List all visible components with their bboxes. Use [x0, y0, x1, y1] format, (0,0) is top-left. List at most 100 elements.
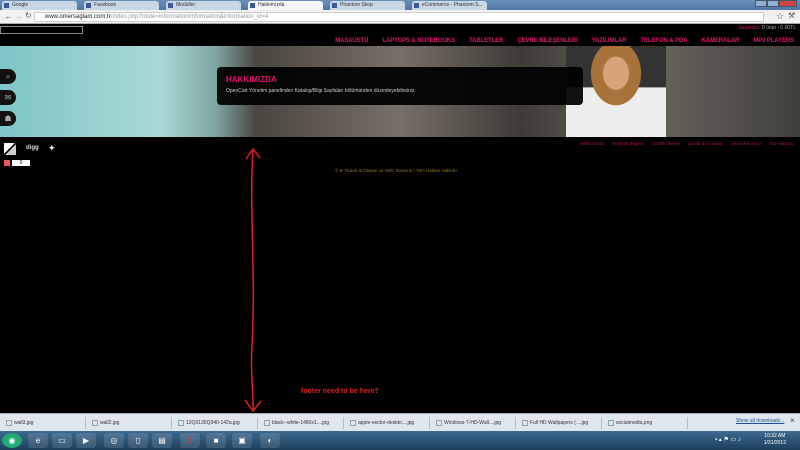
search-icon[interactable]: ⌕: [0, 69, 16, 84]
forward-icon[interactable]: →: [14, 11, 23, 21]
app-icon[interactable]: ■: [206, 433, 226, 448]
tab-hakkimizda[interactable]: Hakkımızda: [248, 1, 323, 10]
tab-label: Hakkımızda: [258, 2, 285, 8]
reload-icon[interactable]: ↻: [25, 11, 32, 20]
download-name: 12Q0135Q340-142a.jpg: [186, 420, 240, 426]
wrench-icon[interactable]: ⚒: [788, 11, 795, 20]
app-icon[interactable]: ▣: [232, 433, 252, 448]
nav-telefon[interactable]: TELEFON & PDA: [640, 38, 687, 44]
clock-time: 10:32 AM: [764, 433, 786, 439]
download-name: wall3.jpg: [14, 420, 34, 426]
red-arrow-annotation: [244, 147, 262, 413]
page-title: HAKKIMIZDA: [226, 75, 277, 84]
download-item[interactable]: socialmedia.png: [606, 417, 688, 429]
tab-phantom-skop[interactable]: Phantom Skop: [330, 1, 405, 10]
footer-link-gizlilik[interactable]: Gizlilik İlkeleri: [652, 141, 679, 146]
download-item[interactable]: Full HD Wallpapers (....jpg: [520, 417, 602, 429]
footer-link-kontrol[interactable]: Ürünlük Kontrol: [730, 141, 761, 146]
footer-link-sartlar[interactable]: Şartlar & Koşullar: [687, 141, 722, 146]
file-icon: [6, 420, 12, 426]
nav-yazilimlar[interactable]: YAZILIMLAR: [592, 38, 627, 44]
close-window-button[interactable]: [779, 0, 797, 7]
media-player-icon[interactable]: ▶: [76, 433, 96, 448]
file-icon: [436, 420, 442, 426]
footer-link-sitemap[interactable]: Site Haritası: [769, 141, 794, 146]
file-icon: [350, 420, 356, 426]
tab-google[interactable]: Google: [2, 1, 77, 10]
favicon-icon: [4, 3, 9, 8]
start-button[interactable]: ◉: [2, 433, 22, 448]
download-name: socialmedia.png: [616, 420, 653, 426]
tab-label: eCommerce - Phantom S...: [422, 2, 483, 8]
nav-cevre[interactable]: ÇEVRE BİLEŞENLERİ: [517, 38, 577, 44]
download-item[interactable]: 12Q0135Q340-142a.jpg: [176, 417, 258, 429]
nav-tabletler[interactable]: TABLETLER: [469, 38, 503, 44]
download-item[interactable]: Windows-7-HD-Wall....jpg: [434, 417, 516, 429]
bookmark-star-icon[interactable]: ☆: [776, 11, 784, 22]
winrar-icon[interactable]: ▤: [152, 433, 172, 448]
maximize-button[interactable]: [767, 0, 779, 7]
footer-link-hakkimizda[interactable]: Hakkımızda: [580, 141, 604, 146]
download-item[interactable]: wall3.jpg: [4, 417, 86, 429]
footer-link-teslimat[interactable]: Teslimat Bilgileri: [612, 141, 644, 146]
download-name: Full HD Wallpapers (....jpg: [530, 420, 589, 426]
download-item[interactable]: apple-vector-deskto....jpg: [348, 417, 430, 429]
ie-icon[interactable]: e: [28, 433, 48, 448]
download-item[interactable]: wall2.jpg: [90, 417, 172, 429]
downloads-bar: wall3.jpg wall2.jpg 12Q0135Q340-142a.jpg…: [0, 413, 800, 431]
cart-label: Sepetiniz:: [738, 25, 761, 31]
clock[interactable]: 10:32 AM 1/31/2012: [764, 433, 786, 447]
copyright: © E-Ticaret & Oluşan ve Web Tasarımı / T…: [335, 168, 458, 173]
app-icon[interactable]: ◐: [260, 433, 280, 448]
favicon-icon: [86, 3, 91, 8]
windows-taskbar: ◉ e ▭ ▶ ◎ ▯ ▤ Z ■ ▣ ◐ ▪ ▴ ⚑ ▭ ♪: [0, 431, 800, 450]
stumbleupon-icon[interactable]: ✦: [48, 143, 62, 153]
tab-label: Facebook: [94, 2, 116, 8]
share-icon[interactable]: [4, 160, 10, 166]
download-name: Windows-7-HD-Wall....jpg: [444, 420, 502, 426]
nav-mp3[interactable]: MP3 PLAYERS: [753, 38, 794, 44]
clock-date: 1/31/2012: [763, 440, 786, 446]
delicious-icon[interactable]: [4, 143, 16, 155]
url-input[interactable]: www.omersaglam.com.tr/index.php?route=in…: [34, 12, 764, 22]
url-path: /index.php?route=information/information…: [110, 14, 269, 20]
nav-laptops[interactable]: LAPTOPS & NOTEBOOKS: [382, 38, 455, 44]
app-icon[interactable]: ▯: [128, 433, 148, 448]
minimize-button[interactable]: [755, 0, 767, 7]
browser-tab-bar: Google Facebook Modüller Hakkımızda Phan…: [0, 0, 800, 10]
info-panel: HAKKIMIZDA OpenCart Yönetim panelinden K…: [217, 67, 583, 105]
nav-masaustu[interactable]: MASAÜSTÜ: [335, 38, 368, 44]
chrome-icon[interactable]: ◎: [104, 433, 124, 448]
back-icon[interactable]: ←: [4, 11, 13, 21]
favicon-icon: [250, 3, 255, 8]
close-downloads-icon[interactable]: ×: [790, 416, 795, 425]
tab-label: Modüller: [176, 2, 196, 8]
file-icon: [178, 420, 184, 426]
users-icon[interactable]: ☗: [0, 111, 16, 126]
tab-moduller[interactable]: Modüller: [166, 1, 241, 10]
explorer-icon[interactable]: ▭: [52, 433, 72, 448]
favicon-icon: [414, 3, 419, 8]
favicon-icon: [168, 3, 173, 8]
download-name: apple-vector-deskto....jpg: [358, 420, 415, 426]
file-icon: [92, 420, 98, 426]
tab-facebook[interactable]: Facebook: [84, 1, 159, 10]
digg-icon[interactable]: digg: [26, 145, 39, 151]
nav-kameralar[interactable]: KAMERALAR: [702, 38, 740, 44]
show-all-downloads-link[interactable]: Show all downloads...: [736, 418, 784, 424]
search-box[interactable]: [0, 26, 83, 34]
share-count: 0: [12, 160, 30, 166]
download-item[interactable]: black--white-1480x1....jpg: [262, 417, 344, 429]
tab-label: Google: [12, 2, 29, 8]
tray-icons[interactable]: ▪ ▴ ⚑ ▭ ♪: [715, 436, 741, 443]
tab-label: Phantom Skop: [340, 2, 373, 8]
cart-value: 0 ürün - 0.00TL: [761, 25, 796, 31]
download-name: black--white-1480x1....jpg: [272, 420, 329, 426]
file-icon: [522, 420, 528, 426]
mail-icon[interactable]: ✉: [0, 90, 16, 105]
download-name: wall2.jpg: [100, 420, 120, 426]
url-host: www.omersaglam.com.tr: [45, 14, 111, 20]
tab-ecommerce[interactable]: eCommerce - Phantom S...: [412, 1, 487, 10]
cart-summary[interactable]: Sepetiniz: 0 ürün - 0.00TL: [738, 25, 796, 31]
filezilla-icon[interactable]: Z: [180, 433, 200, 448]
